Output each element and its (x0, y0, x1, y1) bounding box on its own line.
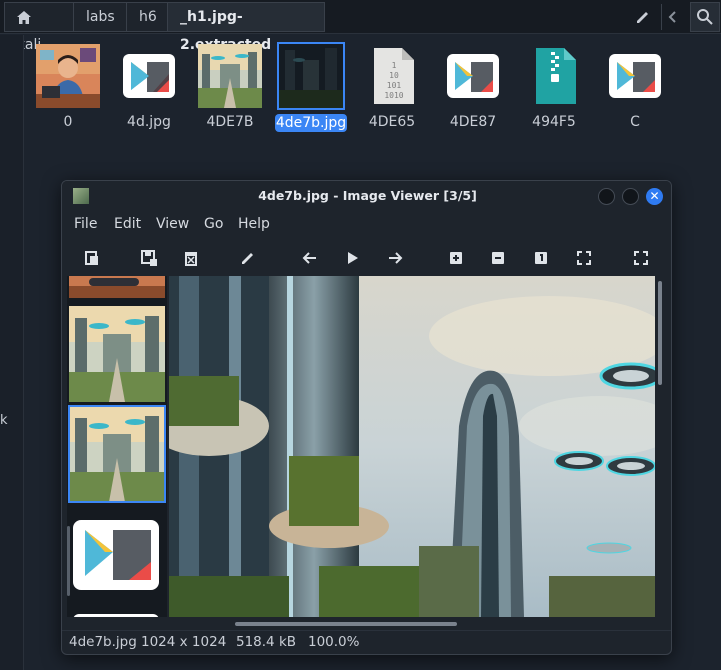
thumbnail-media-file[interactable] (69, 516, 165, 596)
file-name: 4de7b.jpg (275, 114, 347, 132)
breadcrumb-labs[interactable]: labs (73, 2, 127, 32)
sidebar-text: k (0, 413, 8, 428)
portrait-thumbnail-icon (36, 44, 100, 108)
status-zoom: 100.0% (308, 634, 360, 650)
horizontal-scrollbar[interactable] (235, 622, 457, 626)
breadcrumb-h6[interactable]: h6 (126, 2, 168, 32)
maximize-button[interactable] (622, 188, 639, 205)
breadcrumb-home[interactable]: kali (4, 2, 74, 53)
svg-text:1010: 1010 (384, 91, 403, 100)
menu-help[interactable]: Help (238, 216, 270, 232)
svg-text:1: 1 (392, 61, 397, 70)
menu-go[interactable]: Go (204, 216, 223, 232)
vertical-scrollbar[interactable] (658, 281, 662, 385)
file-name: 494F5 (532, 114, 576, 130)
file-item[interactable]: C (599, 44, 671, 132)
file-item[interactable]: 4d.jpg (113, 44, 185, 132)
file-item[interactable]: 494F5 (518, 44, 590, 132)
window-title: 4de7b.jpg - Image Viewer [3/5] (258, 188, 477, 203)
status-filename: 4de7b.jpg (69, 634, 137, 650)
fullscreen-icon (634, 251, 648, 265)
close-icon: ✕ (649, 189, 660, 203)
media-file-icon (609, 54, 661, 98)
media-file-icon (447, 54, 499, 98)
fullscreen-button[interactable] (630, 247, 652, 269)
file-name: 0 (63, 114, 73, 130)
breadcrumb-current[interactable]: _h1.jpg-2.extracted (167, 2, 325, 53)
thumbnail-scrollbar[interactable] (67, 526, 70, 596)
pencil-icon (637, 12, 648, 23)
previous-icon (302, 252, 316, 264)
image-viewer-window: 4de7b.jpg - Image Viewer [3/5] ✕ File Ed… (61, 180, 672, 655)
svg-text:10: 10 (389, 71, 399, 80)
delete-button[interactable] (180, 247, 202, 269)
file-name: 4DE7B (206, 114, 254, 130)
search-button[interactable] (690, 2, 720, 32)
next-icon (389, 252, 403, 264)
next-button[interactable] (384, 247, 406, 269)
delete-icon (185, 252, 197, 266)
fit-button[interactable] (573, 247, 595, 269)
file-name: C (630, 114, 640, 130)
previous-button[interactable] (299, 247, 321, 269)
file-name: 4d.jpg (127, 114, 171, 130)
thumbnail-next[interactable] (69, 608, 165, 617)
file-item[interactable]: 1 10 101 1010 4DE65 (356, 44, 428, 132)
search-icon (697, 9, 713, 25)
path-separator (661, 4, 685, 30)
svg-text:101: 101 (387, 81, 402, 90)
file-item[interactable]: 0 (32, 44, 104, 132)
file-name: 4DE65 (368, 114, 416, 130)
fit-icon (577, 251, 591, 265)
thumbnail-city[interactable] (69, 306, 165, 402)
menu-edit[interactable]: Edit (114, 216, 141, 232)
breadcrumb-label: labs (86, 9, 115, 25)
open-icon (85, 251, 98, 265)
binary-file-icon: 1 10 101 1010 (374, 48, 414, 104)
city-thumbnail-icon (198, 44, 262, 108)
archive-file-icon (536, 48, 576, 104)
zoom-out-button[interactable] (487, 247, 509, 269)
zoom-original-icon (535, 252, 547, 264)
menu-file[interactable]: File (74, 216, 97, 232)
dark-city-thumbnail-icon (277, 42, 345, 110)
home-icon (17, 10, 31, 24)
file-item-selected[interactable]: 4de7b.jpg (275, 42, 347, 132)
toolbar (62, 243, 671, 273)
zoom-in-icon (450, 252, 462, 264)
status-filesize: 518.4 kB (236, 634, 297, 650)
save-button[interactable] (138, 247, 160, 269)
file-item[interactable]: 4DE7B (194, 44, 266, 132)
zoom-in-button[interactable] (445, 247, 467, 269)
file-name: 4DE87 (449, 114, 497, 130)
places-sidebar (0, 35, 24, 670)
menu-view[interactable]: View (156, 216, 189, 232)
edit-icon (242, 253, 253, 264)
thumbnail-strip[interactable] (67, 276, 167, 617)
thumbnail-portrait[interactable] (69, 276, 165, 298)
image-canvas[interactable] (169, 276, 655, 617)
breadcrumb-label: h6 (139, 9, 157, 25)
play-icon (348, 252, 358, 264)
close-button[interactable]: ✕ (646, 188, 663, 205)
chevron-left-icon (668, 11, 676, 23)
path-bar: kali labs h6 _h1.jpg-2.extracted (0, 0, 721, 53)
zoom-out-icon (492, 252, 504, 264)
window-titlebar[interactable]: 4de7b.jpg - Image Viewer [3/5] ✕ (62, 181, 671, 211)
edit-location-button[interactable] (632, 6, 654, 28)
open-button[interactable] (81, 247, 103, 269)
minimize-button[interactable] (598, 188, 615, 205)
futuristic-city-image (169, 276, 655, 617)
status-dimensions: 1024 x 1024 (141, 634, 227, 650)
media-file-icon (123, 54, 175, 98)
thumbnail-city-selected[interactable] (68, 405, 166, 503)
zoom-original-button[interactable] (530, 247, 552, 269)
status-bar: 4de7b.jpg 1024 x 1024 518.4 kB 100.0% (62, 630, 671, 654)
edit-button[interactable] (237, 247, 259, 269)
play-button[interactable] (341, 247, 363, 269)
file-item[interactable]: 4DE87 (437, 44, 509, 132)
menu-bar: File Edit View Go Help (62, 211, 671, 239)
save-icon (141, 250, 157, 266)
